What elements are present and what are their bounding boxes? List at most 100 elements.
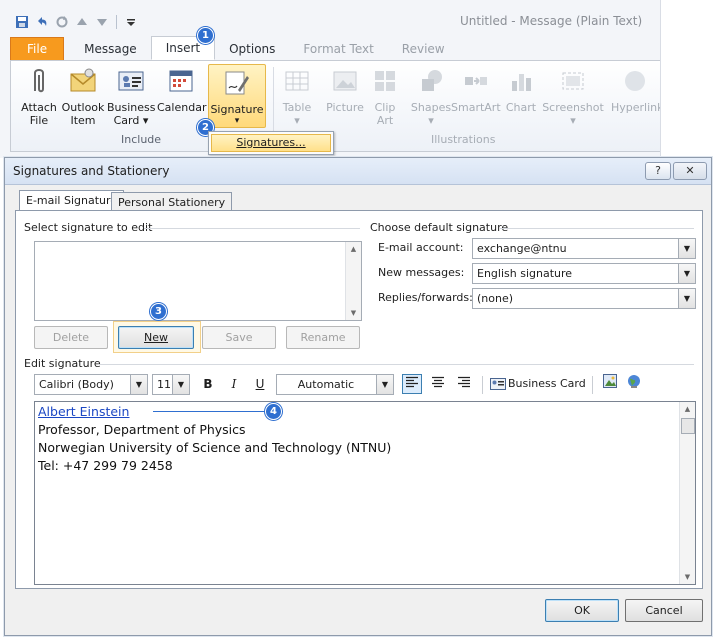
list-scrollbar[interactable]: ▲ ▼ [345,242,361,320]
signatures-menu-item[interactable]: Signatures... [211,134,331,152]
align-right-icon [458,376,470,388]
scroll-up-icon[interactable]: ▲ [680,402,695,416]
help-button[interactable]: ? [645,162,671,180]
calendar-label: Calendar [157,101,207,114]
scroll-up-icon[interactable]: ▲ [346,242,361,256]
new-messages-select[interactable]: English signature ▼ [472,263,696,284]
close-button[interactable]: ✕ [673,162,707,180]
scroll-thumb[interactable] [681,418,695,434]
chevron-down-icon[interactable]: ▼ [678,289,695,308]
bold-button[interactable]: B [198,374,218,394]
down-arrow-icon[interactable] [94,14,110,30]
toolbar-separator [592,376,593,394]
table-icon [285,71,309,91]
chevron-down-icon[interactable]: ▼ [678,264,695,283]
font-color-select[interactable]: Automatic ▼ [276,374,394,395]
shapes-label: Shapes [410,101,452,114]
replies-forwards-label: Replies/forwards: [378,291,473,304]
quick-access-toolbar [14,12,139,32]
attach-file-button[interactable]: Attach File [15,65,63,127]
replies-forwards-select[interactable]: (none) ▼ [472,288,696,309]
email-account-select[interactable]: exchange@ntnu ▼ [472,238,696,259]
business-card-button[interactable]: Business Card ▾ [107,65,156,127]
signature-name-link[interactable]: Albert Einstein [38,403,129,421]
insert-picture-button[interactable] [600,374,620,394]
font-size-select[interactable]: 11 ▼ [152,374,190,395]
illustrations-group-label: Illustrations [431,133,496,146]
screenshot-button[interactable]: Screenshot ▾ [541,65,605,127]
new-messages-label: New messages: [378,266,465,279]
signature-label: Signature [210,103,264,116]
signatures-menu-label: Signatures... [236,136,306,149]
clip-art-button[interactable]: Clip Art [361,65,409,127]
signatures-dialog: Signatures and Stationery ? ✕ E-mail Sig… [4,157,712,636]
tab-email-signature[interactable]: E-mail Signature [19,190,125,212]
italic-button[interactable]: I [224,374,244,394]
qat-separator [116,15,117,29]
up-arrow-icon[interactable] [74,14,90,30]
chevron-down-icon[interactable]: ▼ [678,239,695,258]
align-center-button[interactable] [428,374,448,394]
align-right-button[interactable] [454,374,474,394]
customize-icon[interactable] [123,14,139,30]
divider [500,228,694,229]
signature-dropdown-menu: Signatures... [208,131,334,155]
email-account-value: exchange@ntnu [477,242,567,255]
calendar-button[interactable]: Calendar [157,65,207,114]
save-button[interactable]: Save [202,326,276,349]
attach-file-label-2: File [29,114,49,127]
chevron-down-icon[interactable]: ▼ [172,375,189,394]
screenshot-label: Screenshot [542,101,604,114]
tab-file[interactable]: File [10,37,65,60]
hyperlink-globe-icon [628,375,640,388]
window-title: Untitled - Message (Plain Text) [460,14,643,28]
email-account-label: E-mail account: [378,241,464,254]
align-left-button[interactable] [402,374,422,394]
tab-format-text[interactable]: Format Text [289,38,387,60]
tab-personal-stationery[interactable]: Personal Stationery [111,192,233,212]
signature-pen-icon [225,71,249,95]
signature-button[interactable]: Signature ▾ [208,64,266,128]
font-name-select[interactable]: Calibri (Body) ▼ [34,374,148,395]
insert-hyperlink-button[interactable] [624,374,644,394]
redo-icon[interactable] [54,14,70,30]
signature-line-phone: Tel: +47 299 79 2458 [38,458,173,473]
ok-button[interactable]: OK [545,599,619,622]
tab-options[interactable]: Options [215,38,289,60]
new-button[interactable]: New [118,326,194,349]
delete-button[interactable]: Delete [34,326,108,349]
save-icon[interactable] [14,14,30,30]
select-signature-label: Select signature to edit [24,221,153,234]
outlook-item-button[interactable]: Outlook Item [59,65,107,127]
chevron-down-icon[interactable]: ▼ [376,375,393,394]
clip-art-icon [375,71,395,91]
font-name-value: Calibri (Body) [39,378,114,391]
dialog-title: Signatures and Stationery [13,164,170,178]
tab-message[interactable]: Message [70,38,151,60]
chart-button[interactable]: Chart [497,65,545,114]
cancel-button[interactable]: Cancel [625,599,703,622]
signature-editor[interactable]: Albert Einstein Professor, Department of… [34,401,696,585]
scroll-down-icon[interactable]: ▼ [346,306,361,320]
hyperlink-button[interactable]: Hyperlink [611,65,660,114]
undo-icon[interactable] [34,14,50,30]
editor-scrollbar[interactable]: ▲ ▼ [679,402,695,584]
callout-3: 3 [150,303,167,320]
signature-list[interactable]: ▲ ▼ [34,241,362,321]
new-button-label: New [144,331,168,344]
scroll-down-icon[interactable]: ▼ [680,570,695,584]
chart-icon [512,74,531,91]
smartart-button[interactable]: SmartArt [451,65,501,114]
underline-button[interactable]: U [250,374,270,394]
screenshot-icon [562,72,584,90]
business-card-insert-button[interactable]: Business Card [490,374,586,394]
dialog-titlebar: Signatures and Stationery ? ✕ [5,158,711,185]
smartart-label: SmartArt [451,101,501,114]
chevron-down-icon[interactable]: ▼ [130,375,147,394]
business-card-icon [490,378,506,390]
tab-review[interactable]: Review [388,38,459,60]
shapes-button[interactable]: Shapes ▾ [407,65,455,127]
table-button[interactable]: Table ▾ [273,65,321,127]
rename-button[interactable]: Rename [286,326,360,349]
business-card-label-1: Business [107,101,156,114]
